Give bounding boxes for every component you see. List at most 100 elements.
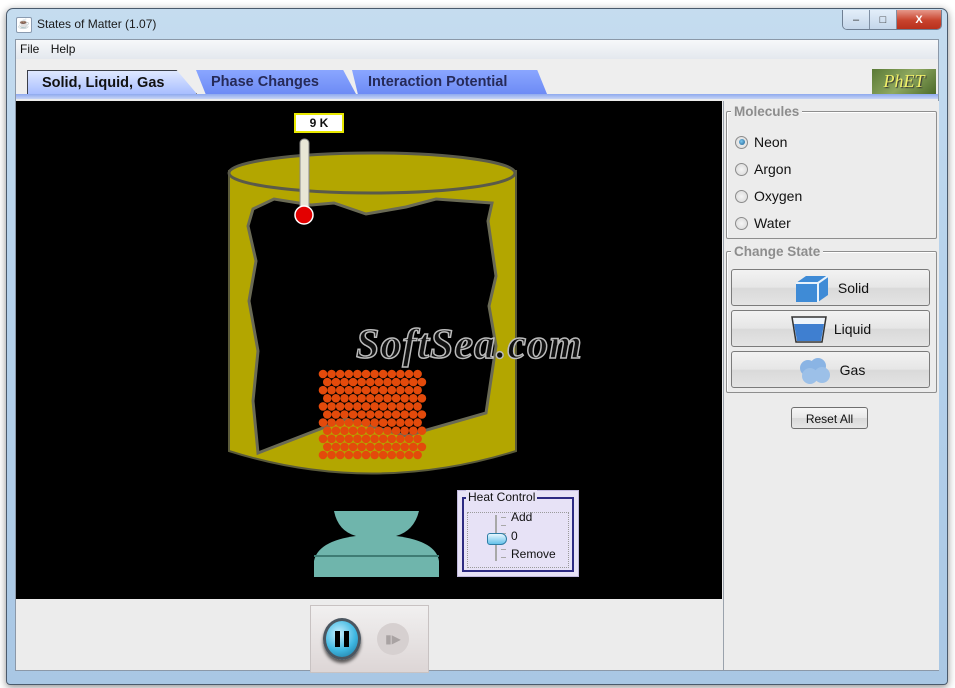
maximize-button[interactable]: □ bbox=[870, 10, 897, 29]
radio-label: Oxygen bbox=[754, 188, 803, 204]
particle bbox=[370, 402, 379, 411]
particle bbox=[378, 434, 388, 444]
particle bbox=[413, 385, 422, 395]
particle bbox=[348, 410, 358, 419]
particle bbox=[400, 426, 410, 436]
particle bbox=[327, 369, 336, 379]
particle bbox=[318, 418, 328, 427]
particle bbox=[344, 418, 354, 427]
reset-all-button[interactable]: Reset All bbox=[791, 407, 868, 429]
heat-add-label: Add bbox=[511, 510, 533, 524]
maximize-icon: □ bbox=[879, 13, 887, 26]
particle bbox=[353, 418, 362, 427]
particle bbox=[378, 385, 388, 395]
particle bbox=[318, 450, 328, 460]
particle bbox=[413, 418, 422, 427]
particle bbox=[344, 402, 354, 411]
particle bbox=[374, 394, 384, 403]
particle bbox=[331, 377, 341, 387]
particle bbox=[391, 442, 401, 452]
minimize-button[interactable]: – bbox=[843, 10, 870, 29]
particle bbox=[409, 394, 418, 403]
particle bbox=[370, 450, 379, 460]
tab-underline bbox=[16, 94, 938, 99]
particle bbox=[344, 434, 354, 444]
water-cup-icon bbox=[790, 315, 827, 343]
particle bbox=[331, 426, 341, 436]
particle bbox=[353, 450, 362, 460]
liquid-button[interactable]: Liquid bbox=[731, 310, 930, 347]
title-bar[interactable]: ☕ States of Matter (1.07) – □ X bbox=[7, 9, 947, 39]
particle bbox=[348, 394, 358, 403]
particle bbox=[370, 369, 379, 379]
phet-logo[interactable]: PhET bbox=[872, 69, 936, 94]
particle bbox=[344, 369, 354, 379]
radio-button-icon bbox=[735, 216, 748, 230]
particle bbox=[417, 394, 427, 403]
particle bbox=[387, 402, 397, 411]
particle bbox=[323, 377, 332, 387]
tab-solid-liquid-gas[interactable]: Solid, Liquid, Gas bbox=[27, 70, 197, 94]
particle bbox=[366, 442, 375, 452]
particle bbox=[383, 394, 392, 403]
particle bbox=[348, 377, 358, 387]
particle bbox=[344, 450, 354, 460]
particle bbox=[404, 450, 414, 460]
radio-label: Neon bbox=[754, 134, 788, 150]
particle bbox=[396, 418, 405, 427]
menu-file[interactable]: File bbox=[16, 40, 43, 56]
control-panel: Molecules Neon Argon Oxygen Water Change… bbox=[723, 101, 939, 670]
slider-tick bbox=[501, 517, 506, 518]
radio-argon[interactable]: Argon bbox=[735, 161, 791, 177]
particle bbox=[413, 450, 422, 460]
particle bbox=[366, 377, 375, 387]
particle bbox=[409, 377, 418, 387]
tab-interaction-potential[interactable]: Interaction Potential bbox=[352, 70, 547, 94]
particle bbox=[335, 402, 345, 411]
radio-neon[interactable]: Neon bbox=[735, 134, 787, 150]
particle bbox=[353, 434, 362, 444]
particle bbox=[344, 385, 354, 395]
clock-control-panel: ▮▶ bbox=[310, 605, 429, 673]
radio-water[interactable]: Water bbox=[735, 215, 791, 231]
particle bbox=[417, 377, 427, 387]
particle bbox=[383, 426, 392, 436]
heat-control-title: Heat Control bbox=[466, 490, 538, 504]
heat-slider-area: Add 0 Remove bbox=[467, 510, 569, 568]
particle bbox=[404, 385, 414, 395]
heat-slider-thumb[interactable] bbox=[487, 533, 507, 545]
particle bbox=[357, 377, 367, 387]
solid-label: Solid bbox=[837, 279, 870, 296]
particle bbox=[323, 442, 332, 452]
heat-control-frame: Heat Control Add 0 Remove bbox=[462, 490, 574, 572]
particle bbox=[400, 410, 410, 419]
particle bbox=[366, 426, 375, 436]
particle bbox=[413, 434, 422, 444]
step-button[interactable]: ▮▶ bbox=[377, 623, 409, 655]
particle bbox=[387, 434, 397, 444]
radio-oxygen[interactable]: Oxygen bbox=[735, 188, 802, 204]
app-window: ☕ States of Matter (1.07) – □ X File Hel… bbox=[6, 8, 948, 685]
particle bbox=[340, 442, 349, 452]
gas-label: Gas bbox=[839, 361, 866, 378]
particle bbox=[396, 402, 405, 411]
close-button[interactable]: X bbox=[897, 10, 941, 29]
particle bbox=[331, 394, 341, 403]
menu-bar: File Help bbox=[16, 40, 938, 59]
particle bbox=[323, 410, 332, 419]
particle bbox=[327, 418, 336, 427]
particle bbox=[331, 442, 341, 452]
gas-button[interactable]: Gas bbox=[731, 351, 930, 388]
menu-help[interactable]: Help bbox=[47, 40, 80, 56]
particle bbox=[327, 434, 336, 444]
tab-strip: Solid, Liquid, Gas Phase Changes Interac… bbox=[16, 59, 938, 99]
pause-button[interactable] bbox=[323, 618, 361, 660]
particle bbox=[318, 369, 328, 379]
step-forward-icon: ▮▶ bbox=[385, 632, 401, 646]
particle bbox=[400, 377, 410, 387]
solid-button[interactable]: Solid bbox=[731, 269, 930, 306]
tab-phase-changes[interactable]: Phase Changes bbox=[196, 70, 356, 94]
particle bbox=[400, 394, 410, 403]
change-state-group: Change State Solid Liquid Gas bbox=[726, 244, 937, 393]
container-rim bbox=[227, 151, 517, 195]
